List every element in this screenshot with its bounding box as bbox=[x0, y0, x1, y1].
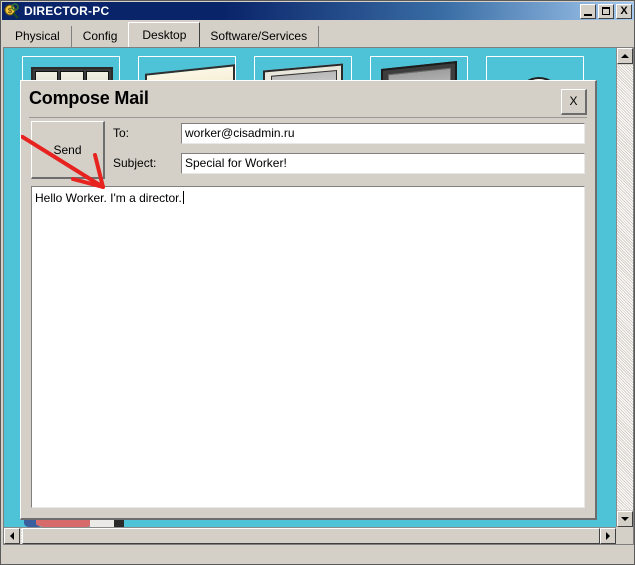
tab-config[interactable]: Config bbox=[71, 26, 130, 47]
minimize-button[interactable] bbox=[580, 3, 596, 19]
subject-field-row: Subject: Special for Worker! bbox=[113, 153, 585, 175]
compose-close-button[interactable]: X bbox=[561, 89, 587, 115]
to-input[interactable]: worker@cisadmin.ru bbox=[181, 123, 585, 144]
tab-software-services[interactable]: Software/Services bbox=[199, 26, 320, 47]
tab-desktop[interactable]: Desktop bbox=[128, 22, 201, 47]
packet-tracer-icon: $ bbox=[4, 3, 20, 19]
chevron-up-icon bbox=[621, 54, 629, 58]
subject-input[interactable]: Special for Worker! bbox=[181, 153, 585, 174]
compose-mail-window: Compose Mail X Send To: worker@cisadmin.… bbox=[20, 80, 597, 520]
chevron-right-icon bbox=[606, 532, 610, 540]
director-pc-window: $ DIRECTOR-PC X Physical Config Desktop … bbox=[0, 0, 635, 565]
desktop-panel: Compose Mail X Send To: worker@cisadmin.… bbox=[3, 47, 634, 545]
desktop-canvas: Compose Mail X Send To: worker@cisadmin.… bbox=[4, 48, 616, 527]
subject-label: Subject: bbox=[113, 156, 157, 170]
maximize-button[interactable] bbox=[598, 3, 614, 19]
chevron-down-icon bbox=[621, 517, 629, 521]
scroll-up-button[interactable] bbox=[617, 48, 633, 64]
message-body-text: Hello Worker. I'm a director. bbox=[35, 191, 182, 205]
scroll-right-button[interactable] bbox=[600, 528, 616, 544]
window-title: DIRECTOR-PC bbox=[24, 4, 110, 18]
compose-mail-title: Compose Mail bbox=[29, 88, 149, 108]
horizontal-scroll-thumb[interactable] bbox=[22, 528, 600, 544]
vertical-scrollbar[interactable] bbox=[616, 48, 633, 527]
scroll-left-button[interactable] bbox=[4, 528, 20, 544]
chevron-left-icon bbox=[10, 532, 14, 540]
send-button[interactable]: Send bbox=[31, 121, 105, 179]
tab-physical[interactable]: Physical bbox=[4, 26, 72, 47]
window-titlebar: $ DIRECTOR-PC X bbox=[2, 2, 634, 20]
compose-mail-header: Compose Mail X bbox=[29, 88, 587, 116]
to-field-row: To: worker@cisadmin.ru bbox=[113, 123, 585, 145]
scrollbar-corner bbox=[616, 527, 633, 544]
vertical-scroll-track[interactable] bbox=[617, 65, 633, 510]
window-controls: X bbox=[580, 3, 632, 19]
text-caret bbox=[182, 191, 184, 204]
to-label: To: bbox=[113, 126, 130, 140]
compose-title-divider bbox=[29, 117, 587, 118]
horizontal-scrollbar[interactable] bbox=[4, 527, 616, 544]
message-body-input[interactable]: Hello Worker. I'm a director. bbox=[31, 186, 585, 508]
close-button[interactable]: X bbox=[616, 3, 632, 19]
svg-text:$: $ bbox=[8, 8, 12, 15]
close-icon: X bbox=[620, 4, 628, 17]
tab-strip: Physical Config Desktop Software/Service… bbox=[2, 20, 634, 47]
scroll-down-button[interactable] bbox=[617, 511, 633, 527]
